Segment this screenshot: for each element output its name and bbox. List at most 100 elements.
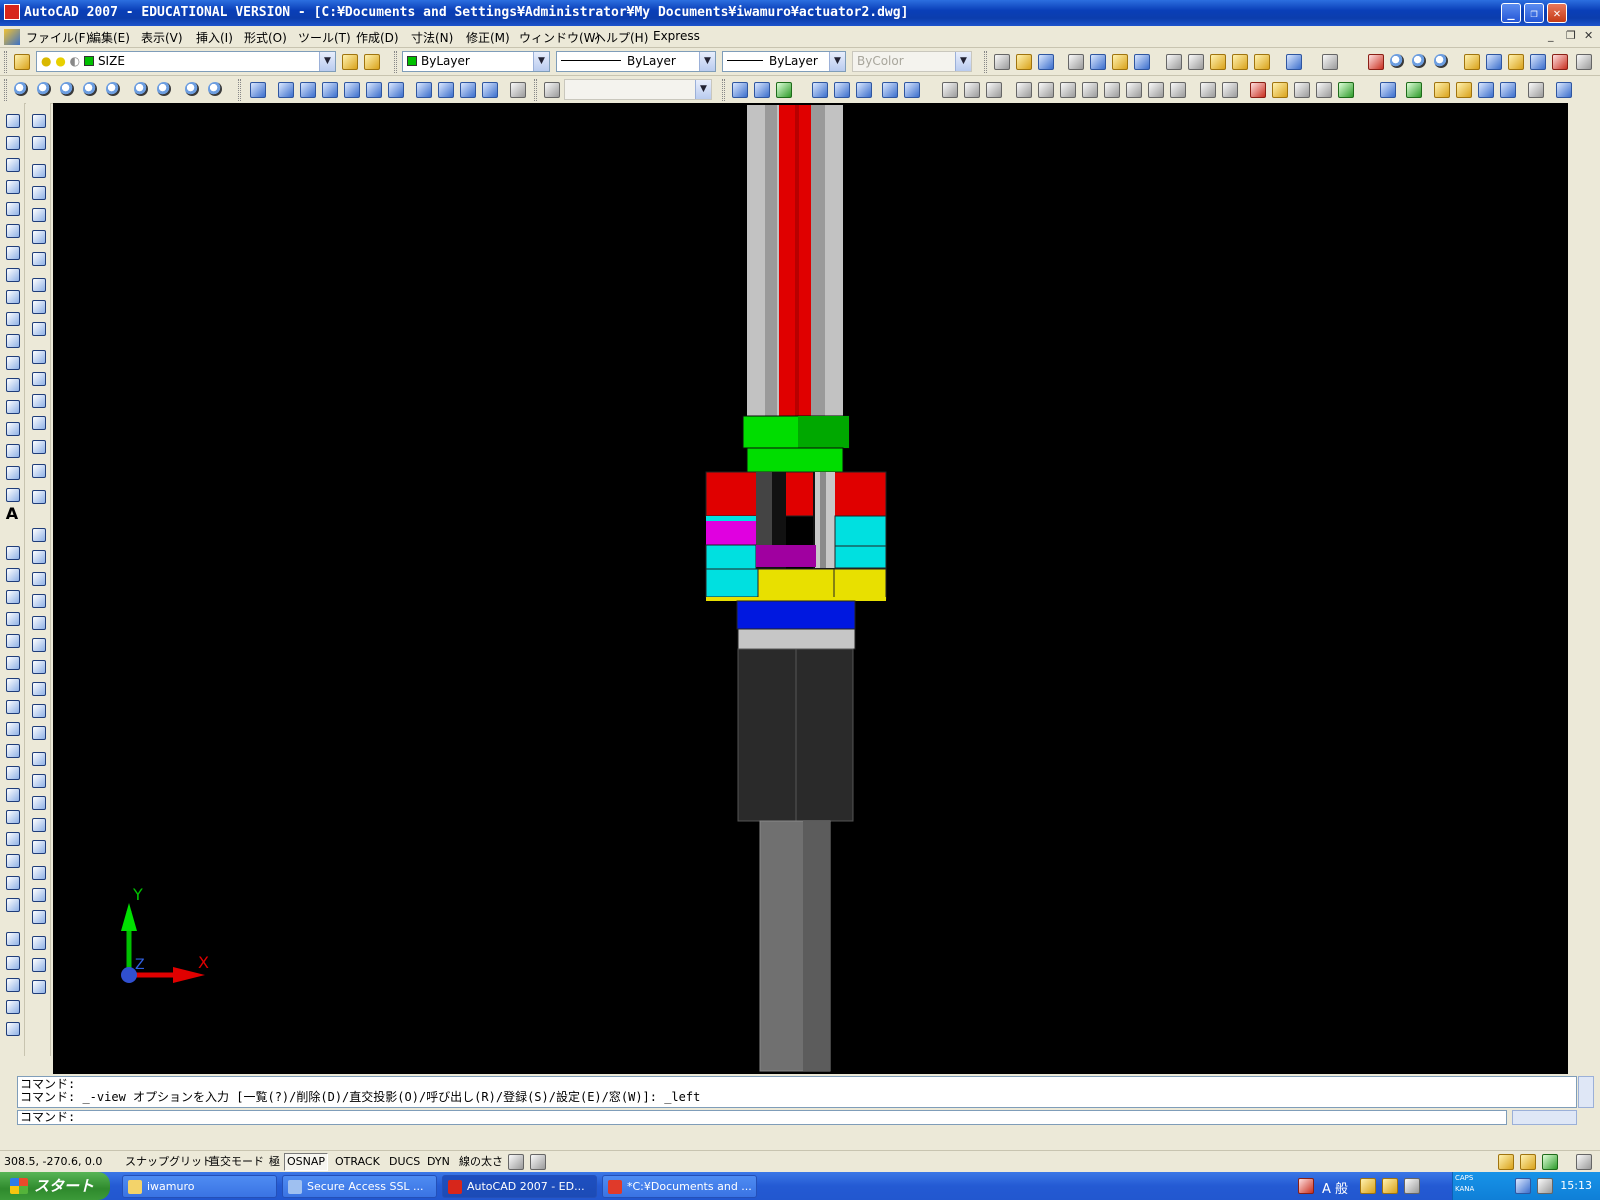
toolbar-grip[interactable] xyxy=(534,79,537,101)
save-icon[interactable] xyxy=(1036,52,1054,70)
copy-icon[interactable] xyxy=(1186,52,1204,70)
communication-center-icon[interactable] xyxy=(1540,1152,1558,1170)
radius-dimension-icon[interactable] xyxy=(902,80,920,98)
3d-rotate-icon[interactable] xyxy=(29,955,47,973)
menu-express[interactable]: Express xyxy=(653,29,700,43)
move-icon[interactable] xyxy=(3,653,21,671)
wedge-icon[interactable] xyxy=(29,569,47,587)
toolbar-grip[interactable] xyxy=(4,51,7,73)
rotate-icon[interactable] xyxy=(3,675,21,693)
box-wireframe-icon[interactable] xyxy=(3,953,21,971)
fillet-icon[interactable] xyxy=(3,873,21,891)
plot-icon[interactable] xyxy=(1066,52,1084,70)
revolve-icon[interactable] xyxy=(29,815,47,833)
copy-edges-icon[interactable] xyxy=(1198,80,1216,98)
restore-button[interactable]: ❐ xyxy=(1524,3,1544,23)
material-sphere-icon[interactable] xyxy=(3,1019,21,1037)
bottom-view-icon[interactable] xyxy=(298,80,316,98)
lineweight-dropdown[interactable]: ByLayer ▼ xyxy=(722,51,846,72)
command-input[interactable]: コマンド: xyxy=(17,1110,1507,1125)
break-icon[interactable] xyxy=(3,807,21,825)
zoom-dynamic-icon[interactable] xyxy=(35,80,53,98)
menu-tools[interactable]: ツール(T) xyxy=(298,29,351,46)
chevron-down-icon[interactable]: ▼ xyxy=(699,52,715,71)
torus-icon[interactable] xyxy=(29,657,47,675)
toolbar-grip[interactable] xyxy=(984,51,987,73)
pyramid-icon[interactable] xyxy=(29,679,47,697)
ime-tools-icon[interactable] xyxy=(1380,1176,1398,1194)
construction-line-icon[interactable] xyxy=(3,133,21,151)
loft-icon[interactable] xyxy=(29,837,47,855)
layer-previous-icon[interactable] xyxy=(362,52,380,70)
layer-manager-icon[interactable] xyxy=(12,52,30,70)
ellipse-icon[interactable] xyxy=(3,309,21,327)
copy-object-icon[interactable] xyxy=(3,565,21,583)
rendered-view-icon[interactable] xyxy=(1554,80,1572,98)
osnap-settings-icon[interactable] xyxy=(29,487,47,505)
menu-format[interactable]: 形式(O) xyxy=(244,29,287,46)
3d-align-icon[interactable] xyxy=(29,977,47,995)
region-icon[interactable] xyxy=(3,463,21,481)
3d-move-icon[interactable] xyxy=(29,933,47,951)
insert-block-icon[interactable] xyxy=(3,353,21,371)
gradient-icon[interactable] xyxy=(3,441,21,459)
close-button[interactable]: ✕ xyxy=(1547,3,1567,23)
helix-icon[interactable] xyxy=(29,701,47,719)
table-icon[interactable] xyxy=(3,485,21,503)
zoom-previous-icon[interactable] xyxy=(1432,52,1450,70)
trim-icon[interactable] xyxy=(3,741,21,759)
network-icon[interactable] xyxy=(1513,1176,1531,1194)
aligned-dimension-icon[interactable] xyxy=(832,80,850,98)
back-view-icon[interactable] xyxy=(386,80,404,98)
snap-center-icon[interactable] xyxy=(29,275,47,293)
snap-tangent-icon[interactable] xyxy=(29,319,47,337)
lock-icon[interactable] xyxy=(1518,1152,1536,1170)
snap-node-icon[interactable] xyxy=(29,413,47,431)
extrude-icon[interactable] xyxy=(29,749,47,767)
extend-icon[interactable] xyxy=(3,763,21,781)
drawing-canvas[interactable]: Y X Z xyxy=(53,103,1568,1074)
zoom-center-icon[interactable] xyxy=(81,80,99,98)
zoom-scale-icon[interactable] xyxy=(58,80,76,98)
document-icon[interactable] xyxy=(4,29,20,45)
top-view-icon[interactable] xyxy=(276,80,294,98)
menu-window[interactable]: ウィンドウ(W) xyxy=(519,29,600,46)
snap-toggle[interactable]: スナップ xyxy=(122,1153,172,1171)
linear-dimension-icon[interactable] xyxy=(810,80,828,98)
solid-intersect-icon[interactable] xyxy=(29,907,47,925)
zoom-object-icon[interactable] xyxy=(104,80,122,98)
solid-union-icon[interactable] xyxy=(29,863,47,881)
taskbar-item-browser[interactable]: Secure Access SSL ... xyxy=(282,1175,437,1198)
array-icon[interactable] xyxy=(3,631,21,649)
menu-insert[interactable]: 挿入(I) xyxy=(196,29,233,46)
chevron-down-icon[interactable]: ▼ xyxy=(533,52,549,71)
design-center-icon[interactable] xyxy=(1484,52,1502,70)
join-icon[interactable] xyxy=(3,829,21,847)
right-view-icon[interactable] xyxy=(342,80,360,98)
sphere-icon[interactable] xyxy=(29,613,47,631)
point-icon[interactable] xyxy=(3,397,21,415)
revision-cloud-icon[interactable] xyxy=(3,265,21,283)
copy-faces-icon[interactable] xyxy=(1146,80,1164,98)
snap-perpendicular-icon[interactable] xyxy=(29,347,47,365)
ducs-toggle[interactable]: DUCS xyxy=(386,1153,423,1171)
render-icon[interactable] xyxy=(1378,80,1396,98)
menu-view[interactable]: 表示(V) xyxy=(141,29,183,46)
autocad-app-icon[interactable] xyxy=(4,4,20,20)
clean-screen-icon[interactable] xyxy=(1574,1152,1592,1170)
sun-properties-icon[interactable] xyxy=(1432,80,1450,98)
command-horizontal-scrollbar[interactable] xyxy=(1512,1110,1577,1125)
snap-none-icon[interactable] xyxy=(29,461,47,479)
snap-parallel-icon[interactable] xyxy=(29,369,47,387)
multiline-text-icon[interactable]: A xyxy=(3,505,21,523)
ime-icon[interactable] xyxy=(1296,1176,1314,1194)
mapping-icon[interactable] xyxy=(1476,80,1494,98)
render-environment-icon[interactable] xyxy=(1498,80,1516,98)
layer-dropdown[interactable]: ● ● ◐ SIZE ▼ xyxy=(36,51,336,72)
intersect-icon[interactable] xyxy=(984,80,1002,98)
rectangle-icon[interactable] xyxy=(3,199,21,217)
named-views-icon[interactable] xyxy=(248,80,266,98)
offset-faces-icon[interactable] xyxy=(1058,80,1076,98)
zoom-all-icon[interactable] xyxy=(183,80,201,98)
doc-close-button[interactable]: ✕ xyxy=(1584,29,1593,42)
